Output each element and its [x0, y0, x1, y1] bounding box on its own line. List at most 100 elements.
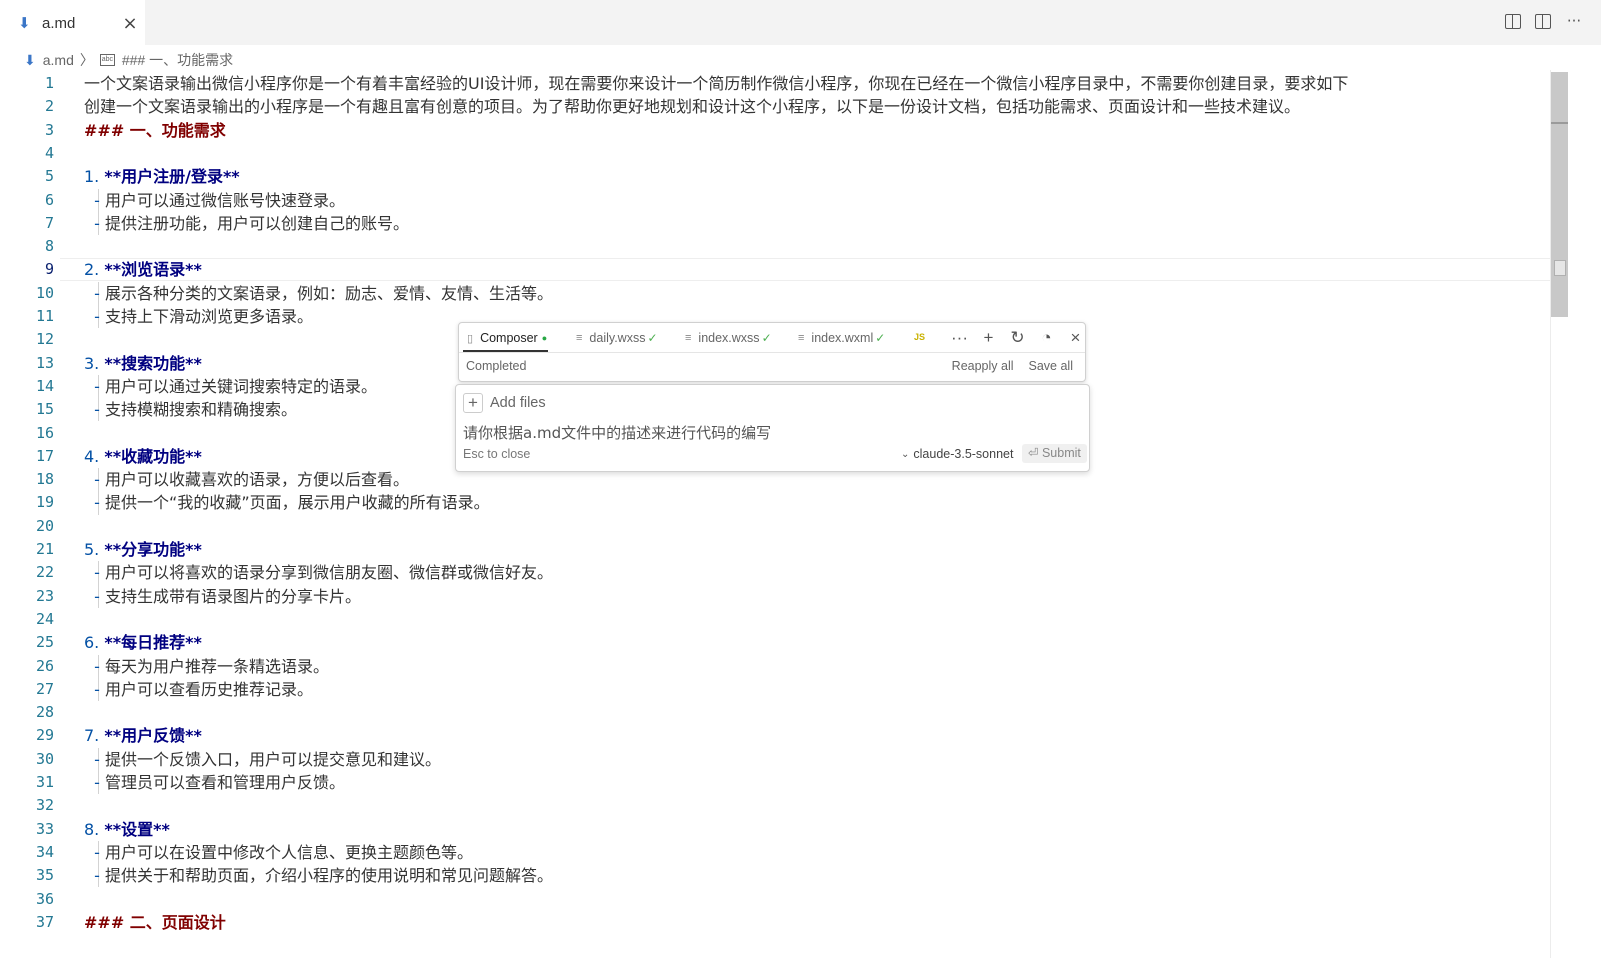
- tab-daily-wxss[interactable]: ≡ daily.wxss ✓: [576, 329, 658, 347]
- editor-line[interactable]: 37 ### 二、页面设计: [0, 911, 1550, 934]
- editor-line[interactable]: 22 - 用户可以将喜欢的语录分享到微信朋友圈、微信群或微信好友。: [0, 561, 1550, 585]
- md-text: 支持上下滑动浏览更多语录。: [105, 307, 314, 326]
- composer-status: Completed: [466, 359, 527, 373]
- tab-composer[interactable]: ▯ Composer ●: [467, 329, 547, 347]
- close-icon[interactable]: ×: [121, 13, 139, 34]
- markdown-file-icon: ⬇: [24, 51, 36, 68]
- editor-line[interactable]: 21 5. **分享功能**: [0, 538, 1550, 561]
- file-icon: ≡: [576, 332, 583, 344]
- check-icon: ✓: [647, 331, 658, 345]
- md-bullet: -: [84, 842, 106, 862]
- md-bold: **用户反馈**: [104, 726, 202, 746]
- tab-index-wxml[interactable]: ≡ index.wxml ✓: [798, 329, 885, 347]
- open-preview-icon[interactable]: [1505, 14, 1521, 29]
- composer-actions: ··· + ↻ ◔ ×: [945, 327, 1090, 349]
- history-icon[interactable]: ◔: [1032, 327, 1061, 349]
- editor-line[interactable]: 29 7. **用户反馈**: [0, 724, 1550, 747]
- editor-line[interactable]: 5 1. **用户注册/登录**: [0, 165, 1550, 188]
- section-symbol-icon: abc: [99, 54, 115, 66]
- line-text: 6. **每日推荐**: [84, 631, 202, 654]
- line-number: 13: [35, 353, 54, 372]
- js-file-icon[interactable]: JS: [914, 332, 925, 342]
- more-icon[interactable]: ···: [945, 327, 974, 349]
- editor-line[interactable]: 36: [0, 888, 1550, 911]
- new-composer-icon[interactable]: +: [974, 327, 1003, 349]
- editor-line[interactable]: 24: [0, 608, 1550, 631]
- scrollbar-thumb[interactable]: [1551, 72, 1568, 317]
- close-icon[interactable]: ×: [1061, 327, 1090, 349]
- line-number: 18: [35, 470, 54, 489]
- editor-line[interactable]: 3 ### 一、功能需求: [0, 119, 1550, 142]
- line-number: 33: [35, 819, 54, 838]
- editor-line[interactable]: 26 - 每天为用户推荐一条精选语录。: [0, 654, 1550, 678]
- md-text: 提供关于和帮助页面，介绍小程序的使用说明和常见问题解答。: [105, 866, 554, 886]
- md-h3: ### 二、页面设计: [84, 912, 226, 932]
- editor-line[interactable]: 30 - 提供一个反馈入口，用户可以提交意见和建议。: [0, 747, 1550, 771]
- reapply-all-button[interactable]: Reapply all: [952, 359, 1014, 373]
- md-text: 管理员可以查看和管理用户反馈。: [105, 773, 346, 792]
- editor-line[interactable]: 32: [0, 794, 1550, 817]
- md-text: 创建一个文案语录输出的小程序是一个有趣且富有创意的项目。为了帮助你更好地规划和设…: [84, 97, 1301, 117]
- line-number: 12: [35, 330, 54, 349]
- md-text: 用户可以在设置中修改个人信息、更换主题颜色等。: [105, 842, 474, 862]
- line-number: 8: [44, 237, 54, 256]
- editor-line[interactable]: 35 - 提供关于和帮助页面，介绍小程序的使用说明和常见问题解答。: [0, 864, 1550, 888]
- code-editor[interactable]: 1 一个文案语录输出微信小程序你是一个有着丰富经验的UI设计师，现在需要你来设计一…: [0, 70, 1550, 958]
- line-number: 36: [35, 889, 54, 908]
- line-text: 4. **收藏功能**: [84, 445, 202, 468]
- md-bullet: -: [84, 307, 106, 326]
- line-text: - 用户可以通过微信账号快速登录。: [84, 189, 345, 212]
- md-bullet: -: [84, 283, 106, 303]
- editor-line[interactable]: 2 创建一个文案语录输出的小程序是一个有趣且富有创意的项目。为了帮助你更好地规划和…: [0, 95, 1550, 118]
- editor-line[interactable]: 28: [0, 701, 1550, 724]
- refresh-icon[interactable]: ↻: [1003, 327, 1032, 349]
- editor-line[interactable]: 33 8. **设置**: [0, 818, 1550, 841]
- md-num: 3.: [84, 353, 105, 373]
- md-bold: **搜索功能**: [104, 353, 202, 373]
- line-number: 7: [44, 213, 54, 232]
- more-actions-icon[interactable]: ···: [1565, 12, 1583, 30]
- editor-line[interactable]: 10 - 展示各种分类的文案语录，例如：励志、爱情、友情、生活等。: [0, 281, 1550, 305]
- editor-line[interactable]: 19 - 提供一个“我的收藏”页面，展示用户收藏的所有语录。: [0, 491, 1550, 515]
- editor-line[interactable]: 1 一个文案语录输出微信小程序你是一个有着丰富经验的UI设计师，现在需要你来设计一…: [0, 72, 1550, 95]
- md-bold: **设置**: [104, 819, 170, 839]
- file-icon: ≡: [685, 332, 692, 344]
- add-files-button[interactable]: + Add files: [463, 393, 546, 413]
- editor-line[interactable]: 9 2. **浏览语录**: [0, 258, 1550, 281]
- editor-line[interactable]: 20: [0, 515, 1550, 538]
- line-number: 37: [35, 912, 54, 931]
- save-all-button[interactable]: Save all: [1029, 359, 1073, 373]
- tab-a-md[interactable]: ⬇ a.md ×: [0, 0, 145, 45]
- editor-line[interactable]: 7 - 提供注册功能，用户可以创建自己的账号。: [0, 211, 1550, 236]
- breadcrumb-section[interactable]: ### 一、功能需求: [122, 50, 233, 70]
- editor-line[interactable]: 34 - 用户可以在设置中修改个人信息、更换主题颜色等。: [0, 840, 1550, 865]
- editor-line[interactable]: 25 6. **每日推荐**: [0, 631, 1550, 654]
- editor-line[interactable]: 4: [0, 142, 1550, 165]
- tab-index-wxss[interactable]: ≡ index.wxss ✓: [685, 329, 772, 347]
- md-bullet: -: [84, 376, 106, 396]
- line-text: - 提供关于和帮助页面，介绍小程序的使用说明和常见问题解答。: [84, 864, 553, 887]
- chevron-right-icon: 〉: [79, 52, 94, 68]
- tab-label: a.md: [42, 14, 76, 32]
- markdown-file-icon: ⬇: [18, 14, 31, 32]
- submit-button[interactable]: ⏎ Submit: [1022, 444, 1087, 463]
- plus-icon: +: [463, 393, 483, 413]
- editor-line[interactable]: 6 - 用户可以通过微信账号快速登录。: [0, 188, 1550, 212]
- prompt-input[interactable]: 请你根据a.md文件中的描述来进行代码的编写: [463, 422, 771, 443]
- split-editor-icon[interactable]: [1535, 14, 1551, 29]
- line-number: 24: [35, 609, 54, 628]
- breadcrumb: ⬇ a.md 〉 abc ### 一、功能需求: [24, 50, 233, 70]
- add-files-label: Add files: [490, 395, 546, 411]
- breadcrumb-file[interactable]: a.md: [43, 52, 74, 68]
- md-text: 用户可以将喜欢的语录分享到微信朋友圈、微信群或微信好友。: [105, 563, 554, 583]
- line-text: ### 二、页面设计: [84, 911, 226, 934]
- editor-line[interactable]: 8: [0, 235, 1550, 258]
- model-selector[interactable]: ⌄ claude-3.5-sonnet: [901, 447, 1013, 461]
- md-text: 用户可以查看历史推荐记录。: [105, 679, 314, 699]
- line-text: 3. **搜索功能**: [84, 352, 202, 375]
- editor-line[interactable]: 31 - 管理员可以查看和管理用户反馈。: [0, 771, 1550, 795]
- editor-line[interactable]: 23 - 支持生成带有语录图片的分享卡片。: [0, 584, 1550, 608]
- editor-line[interactable]: 27 - 用户可以查看历史推荐记录。: [0, 677, 1550, 702]
- line-number: 21: [35, 540, 54, 558]
- line-text: 2. **浏览语录**: [84, 258, 202, 281]
